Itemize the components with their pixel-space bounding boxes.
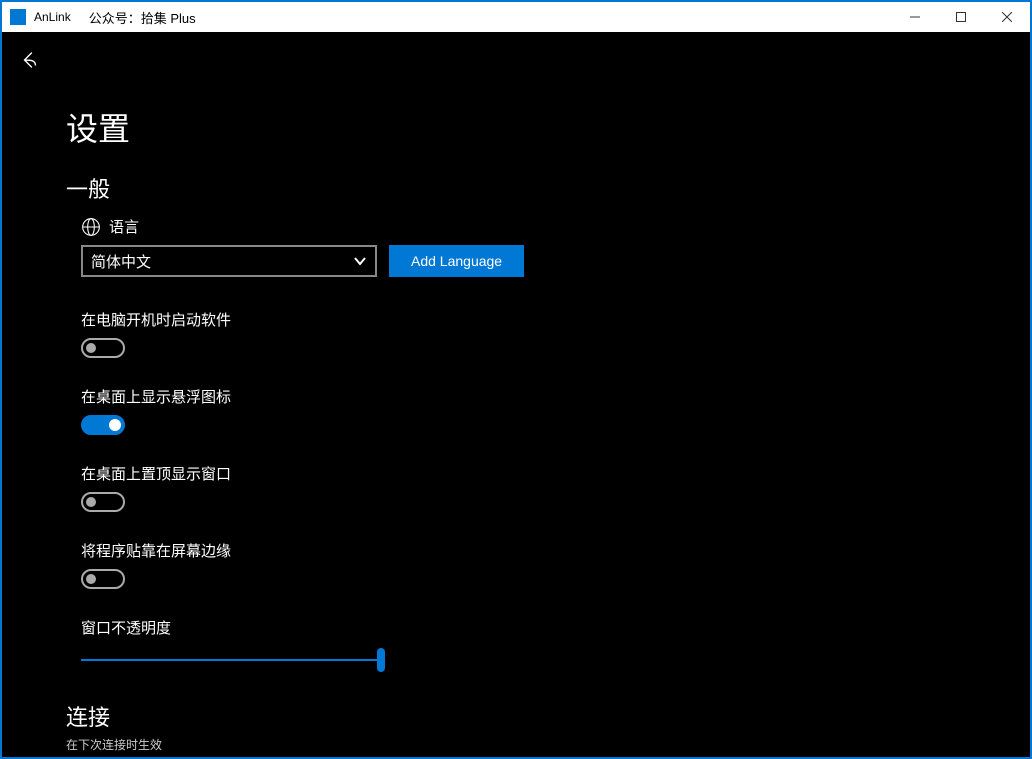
language-select[interactable]: 简体中文 xyxy=(81,245,377,277)
language-select-value: 简体中文 xyxy=(91,251,151,272)
titlebar: AnLink 公众号：拾集 Plus xyxy=(2,2,1030,32)
section-connection-subtitle: 在下次连接时生效 xyxy=(66,736,1030,753)
start-on-boot-toggle[interactable] xyxy=(81,338,125,358)
snap-to-edge-label: 将程序贴靠在屏幕边缘 xyxy=(81,540,1030,561)
setting-start-on-boot: 在电脑开机时启动软件 xyxy=(81,309,1030,358)
section-connection-title: 连接 xyxy=(66,700,1030,732)
maximize-button[interactable] xyxy=(938,2,984,32)
chevron-down-icon xyxy=(353,254,367,268)
language-label-row: 语言 xyxy=(81,216,1030,237)
slider-thumb[interactable] xyxy=(377,648,385,672)
snap-to-edge-toggle[interactable] xyxy=(81,569,125,589)
setting-show-float-icon: 在桌面上显示悬浮图标 xyxy=(81,386,1030,435)
setting-opacity: 窗口不透明度 xyxy=(81,617,1030,672)
language-label: 语言 xyxy=(109,216,139,237)
add-language-button[interactable]: Add Language xyxy=(389,245,524,277)
page-title: 设置 xyxy=(66,104,1030,150)
back-button[interactable] xyxy=(14,44,46,76)
show-float-icon-toggle[interactable] xyxy=(81,415,125,435)
always-on-top-label: 在桌面上置顶显示窗口 xyxy=(81,463,1030,484)
content-area: 设置 一般 语言 简体中文 Add Language xyxy=(2,32,1030,757)
app-icon xyxy=(10,9,26,25)
close-button[interactable] xyxy=(984,2,1030,32)
opacity-label: 窗口不透明度 xyxy=(81,617,1030,638)
settings-panel: 设置 一般 语言 简体中文 Add Language xyxy=(2,32,1030,757)
show-float-icon-label: 在桌面上显示悬浮图标 xyxy=(81,386,1030,407)
titlebar-subtitle: 公众号：拾集 Plus xyxy=(89,8,196,27)
app-window: AnLink 公众号：拾集 Plus 设置 一般 xyxy=(2,2,1030,757)
globe-icon xyxy=(81,217,101,237)
general-group: 语言 简体中文 Add Language 在电脑开机时启动软件 xyxy=(66,216,1030,672)
minimize-button[interactable] xyxy=(892,2,938,32)
opacity-slider[interactable] xyxy=(81,648,381,672)
setting-snap-to-edge: 将程序贴靠在屏幕边缘 xyxy=(81,540,1030,589)
always-on-top-toggle[interactable] xyxy=(81,492,125,512)
app-name: AnLink xyxy=(34,10,71,24)
window-controls xyxy=(892,2,1030,32)
language-select-row: 简体中文 Add Language xyxy=(81,245,1030,277)
start-on-boot-label: 在电脑开机时启动软件 xyxy=(81,309,1030,330)
slider-track xyxy=(81,659,381,661)
setting-always-on-top: 在桌面上置顶显示窗口 xyxy=(81,463,1030,512)
section-general-title: 一般 xyxy=(66,172,1030,204)
